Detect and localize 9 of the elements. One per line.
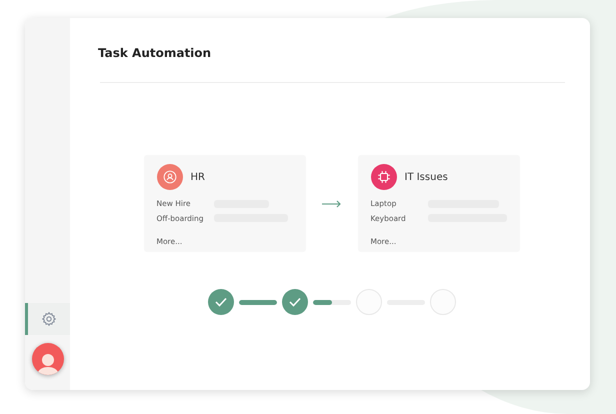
page-title: Task Automation [98, 46, 212, 60]
check-icon [288, 297, 300, 308]
avatar[interactable] [32, 343, 64, 375]
gear-icon [41, 311, 57, 327]
card-title: IT Issues [404, 170, 448, 185]
arrow-icon [322, 200, 342, 208]
check-icon [214, 297, 226, 308]
sidebar-item[interactable] [25, 303, 70, 335]
card-title: HR [190, 170, 205, 185]
